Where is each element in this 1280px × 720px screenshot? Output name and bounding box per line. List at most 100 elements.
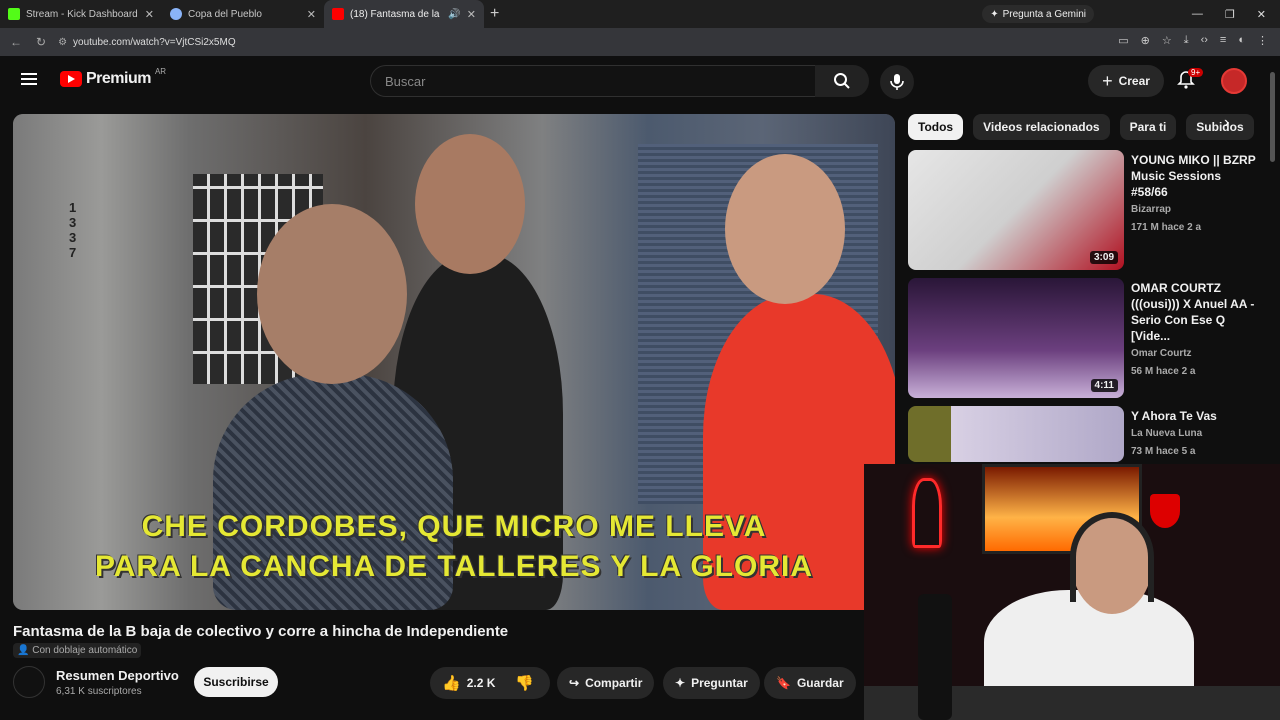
sparkle-icon: ✦ (990, 8, 999, 20)
chevron-right-icon[interactable]: › (1224, 114, 1229, 132)
filter-chips: Todos Videos relacionados Para ti Subido… (908, 114, 1254, 140)
create-button[interactable]: + Crear (1088, 65, 1164, 97)
extensions-icon[interactable]: ≡ (1220, 34, 1226, 47)
channel-avatar[interactable] (13, 666, 45, 698)
recommendation-item[interactable]: Y Ahora Te Vas La Nueva Luna 73 M hace 5… (908, 406, 1264, 462)
video-thumbnail[interactable]: 3:09 (908, 150, 1124, 270)
browser-tab-youtube[interactable]: (18) Fantasma de la B baja 🔊 ✕ (324, 0, 484, 28)
hamburger-menu-icon[interactable] (21, 73, 37, 85)
site-info-icon[interactable]: ⚙ (58, 37, 67, 48)
search-icon (834, 73, 850, 89)
bookmark-star-icon[interactable]: ☆ (1162, 34, 1172, 47)
youtube-page: Premium AR Buscar + Crear 9+ 1337 CHE CO… (0, 56, 1280, 720)
notification-badge: 9+ (1188, 68, 1204, 77)
chip-for-you[interactable]: Para ti (1119, 114, 1177, 140)
minimize-icon[interactable]: — (1192, 8, 1203, 20)
cast-icon[interactable]: ▭ (1118, 34, 1128, 47)
window-controls: — ❐ ✕ (1192, 0, 1280, 28)
trophy-neon-icon (912, 478, 942, 548)
recommendation-meta: 56 M hace 2 a (1131, 366, 1196, 377)
youtube-header: Premium AR Buscar + Crear 9+ (0, 56, 1280, 106)
independiente-crest-icon (1150, 494, 1180, 528)
video-thumbnail[interactable]: 4:11 (908, 278, 1124, 398)
close-window-icon[interactable]: ✕ (1257, 8, 1266, 21)
recommendation-title: Y Ahora Te Vas (1131, 409, 1217, 423)
share-label: Compartir (585, 676, 643, 690)
chip-related[interactable]: Videos relacionados (973, 114, 1110, 140)
like-count: 2.2 K (466, 676, 496, 690)
nav-buttons: ← ↻ (0, 35, 46, 49)
scrollbar[interactable] (1270, 72, 1275, 162)
video-person-left-head (257, 204, 407, 384)
reload-icon[interactable]: ↻ (36, 35, 46, 49)
profile-icon[interactable]: ◐ (1238, 34, 1245, 47)
tab-title: Stream - Kick Dashboard (26, 8, 138, 20)
recommendation-meta: 73 M hace 5 a (1131, 446, 1196, 457)
browser-toolbar: ▭ ⊕ ☆ ⤓ ‹› ≡ ◐ ⋮ (1118, 34, 1268, 47)
voice-search-button[interactable] (880, 65, 914, 99)
gemini-button[interactable]: ✦ Pregunta a Gemini (982, 5, 1094, 23)
like-button[interactable]: 👍 2.2 K 👎 (430, 667, 550, 699)
recommendation-text: Y Ahora Te Vas La Nueva Luna 73 M hace 5… (1131, 408, 1259, 460)
recommendation-channel: La Nueva Luna (1131, 428, 1203, 439)
url-field[interactable]: ⚙ youtube.com/watch?v=VjtCSi2x5MQ (58, 37, 236, 48)
bookmark-icon: 🔖 (776, 676, 791, 690)
thumbs-down-icon[interactable]: 👎 (515, 674, 534, 692)
youtube-play-icon (60, 71, 82, 87)
chip-todos[interactable]: Todos (908, 114, 964, 140)
tab-title: (18) Fantasma de la B baja (350, 8, 442, 20)
bottle (918, 594, 952, 720)
logo-text: Premium (86, 70, 151, 87)
restore-icon[interactable]: ❐ (1225, 8, 1235, 21)
share-button[interactable]: ↪ Compartir (557, 667, 655, 699)
channel-name[interactable]: Resumen Deportivo (56, 668, 179, 683)
code-icon[interactable]: ‹› (1201, 34, 1208, 47)
browser-tab-copa[interactable]: Copa del Pueblo ✕ (162, 0, 324, 28)
account-avatar[interactable] (1221, 68, 1247, 94)
ask-button[interactable]: ✦ Preguntar (663, 667, 760, 699)
youtube-logo[interactable]: Premium AR (60, 66, 167, 88)
country-code: AR (154, 66, 167, 76)
video-person-right-head (725, 154, 845, 304)
wall-number: 1337 (69, 200, 77, 260)
gemini-label: Pregunta a Gemini (1002, 8, 1086, 20)
recommendation-text: OMAR COURTZ (((ousi))) X Anuel AA - Seri… (1131, 280, 1259, 380)
url-text: youtube.com/watch?v=VjtCSi2x5MQ (73, 36, 236, 48)
close-tab-icon[interactable]: ✕ (307, 8, 316, 21)
plus-icon: + (1102, 70, 1113, 91)
new-tab-button[interactable]: + (490, 5, 499, 23)
search-button[interactable] (815, 65, 869, 97)
close-tab-icon[interactable]: ✕ (145, 8, 154, 21)
tab-title: Copa del Pueblo (188, 8, 262, 20)
recommendation-title: OMAR COURTZ (((ousi))) X Anuel AA - Seri… (1131, 281, 1255, 343)
ask-label: Preguntar (691, 676, 748, 690)
close-tab-icon[interactable]: ✕ (467, 8, 476, 21)
recommendation-item[interactable]: 3:09 YOUNG MIKO || BZRP Music Sessions #… (908, 150, 1264, 270)
duration-badge: 4:11 (1090, 379, 1118, 392)
video-subtitle-line-2: PARA LA CANCHA DE TALLERES Y LA GLORIA (94, 550, 813, 583)
subscriber-count: 6,31 K suscriptores (56, 686, 142, 697)
search-input[interactable]: Buscar (370, 65, 816, 97)
video-thumbnail[interactable] (908, 406, 1124, 462)
video-player[interactable]: 1337 CHE CORDOBES, QUE MICRO ME LLEVA PA… (13, 114, 895, 610)
chip-uploaded[interactable]: Subidos (1186, 114, 1254, 140)
speaker-icon[interactable]: 🔊 (448, 9, 460, 20)
globe-favicon-icon (170, 8, 182, 20)
streamer-webcam-overlay (864, 464, 1280, 720)
save-button[interactable]: 🔖 Guardar (764, 667, 856, 699)
youtube-favicon-icon (332, 8, 344, 20)
recommendation-meta: 171 M hace 2 a (1131, 222, 1202, 233)
back-icon[interactable]: ← (10, 35, 22, 49)
duration-badge: 3:09 (1089, 251, 1118, 264)
browser-tab-bar: Stream - Kick Dashboard ✕ Copa del Puebl… (0, 0, 1280, 28)
sparkle-icon: ✦ (675, 676, 686, 690)
create-label: Crear (1118, 74, 1150, 88)
download-icon[interactable]: ⤓ (1184, 34, 1189, 47)
subscribe-button[interactable]: Suscribirse (194, 667, 278, 697)
recommendation-item[interactable]: 4:11 OMAR COURTZ (((ousi))) X Anuel AA -… (908, 278, 1264, 398)
zoom-icon[interactable]: ⊕ (1141, 34, 1150, 47)
person-voice-icon: 👤 (17, 645, 30, 656)
browser-tab-kick[interactable]: Stream - Kick Dashboard ✕ (0, 0, 162, 28)
video-subtitle-line-1: CHE CORDOBES, QUE MICRO ME LLEVA (141, 510, 767, 543)
more-icon[interactable]: ⋮ (1257, 34, 1268, 47)
